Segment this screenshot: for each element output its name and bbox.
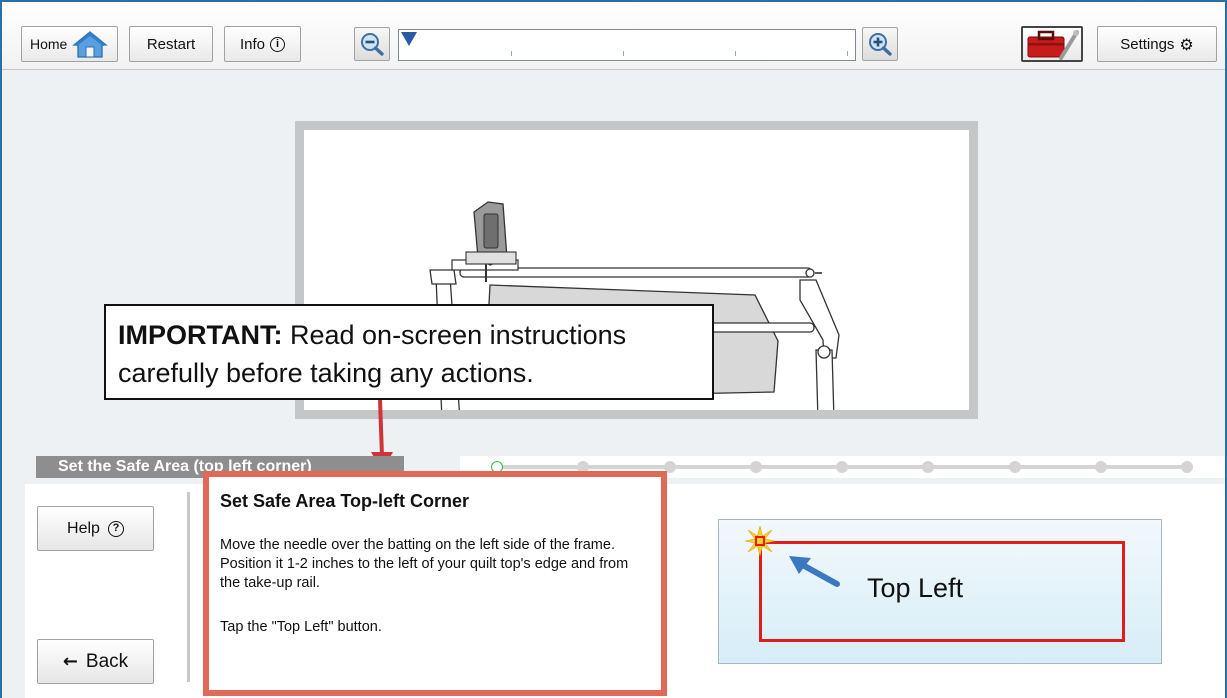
zoom-slider[interactable] (398, 29, 856, 61)
zoom-tick (847, 51, 848, 56)
house-icon (72, 31, 109, 58)
top-left-button[interactable]: Top Left (718, 519, 1162, 664)
corner-starburst-icon (745, 526, 775, 556)
info-button[interactable]: Info i (224, 26, 301, 62)
instructions-panel: Set Safe Area Top-left Corner Move the n… (203, 471, 667, 696)
progress-step-dot (836, 461, 848, 473)
home-label: Home (30, 36, 68, 52)
callout-line-1: IMPORTANT: Read on-screen instructions (118, 316, 702, 354)
progress-step-dot (1008, 461, 1021, 473)
progress-step-dot (922, 461, 935, 473)
back-arrow-icon: ← (62, 651, 78, 672)
home-button[interactable]: Home (21, 26, 118, 62)
info-label: Info (239, 35, 266, 53)
important-callout: IMPORTANT: Read on-screen instructions c… (104, 304, 714, 400)
back-label: Back (85, 650, 129, 672)
zoom-out-button[interactable] (354, 27, 390, 61)
toolbox-button[interactable] (1021, 26, 1083, 62)
zoom-in-button[interactable] (862, 27, 898, 61)
callout-line-2: carefully before taking any actions. (118, 358, 534, 388)
toolbar: Home Restart Info i Settings ⚙ (2, 2, 1225, 70)
help-button[interactable]: Help ? (37, 506, 154, 551)
zoom-tick (623, 51, 624, 56)
zoom-in-icon (869, 33, 892, 56)
top-left-label: Top Left (867, 573, 964, 603)
progress-step-dot (1181, 461, 1193, 473)
info-icon: i (270, 36, 286, 52)
callout-text-1: Read on-screen instructions (282, 320, 627, 350)
callout-bold: IMPORTANT: (118, 320, 283, 350)
progress-step-dot (1094, 461, 1107, 473)
progress-step-dot (749, 461, 762, 473)
zoom-slider-handle[interactable] (400, 31, 418, 47)
help-label: Help (67, 519, 100, 537)
restart-button[interactable]: Restart (129, 26, 213, 62)
arrow-up-left-icon (789, 556, 840, 587)
settings-label: Settings (1120, 35, 1175, 53)
settings-button[interactable]: Settings ⚙ (1097, 26, 1217, 62)
back-button[interactable]: ← Back (37, 639, 154, 684)
zoom-out-icon (361, 33, 384, 56)
restart-label: Restart (146, 35, 196, 53)
app-window: Home Restart Info i Settings ⚙ IMPORTANT… (0, 0, 1227, 698)
instructions-title: Set Safe Area Top-left Corner (220, 491, 470, 511)
help-icon: ? (107, 520, 124, 537)
panel-divider (187, 492, 190, 682)
zoom-tick (511, 51, 512, 56)
gear-icon: ⚙ (1179, 34, 1194, 54)
instructions-body: Move the needle over the batting on the … (220, 537, 629, 591)
toolbox-icon (1027, 30, 1079, 60)
zoom-tick (735, 51, 736, 56)
instructions-tap: Tap the "Top Left" button. (220, 619, 382, 635)
